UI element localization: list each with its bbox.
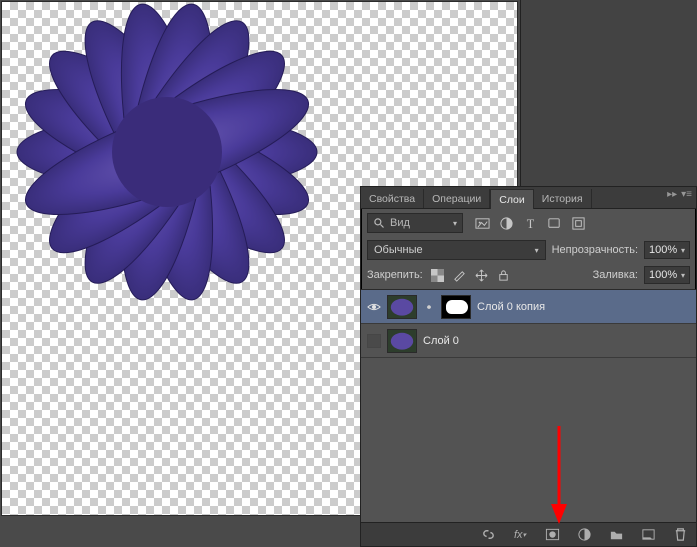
layer-row[interactable]: ⦁ Слой 0 копия — [361, 290, 696, 324]
tab-properties[interactable]: Свойства — [361, 189, 424, 208]
blend-mode-value: Обычные — [374, 244, 423, 256]
right-gutter — [520, 0, 697, 186]
tab-actions[interactable]: Операции — [424, 189, 490, 208]
search-icon — [373, 217, 385, 229]
fill-value: 100% — [649, 269, 677, 281]
layers-footer: fx▾ — [361, 522, 696, 546]
lock-label: Закрепить: — [367, 269, 423, 281]
visibility-eye-icon[interactable] — [367, 300, 381, 314]
filter-adjust-icon[interactable] — [498, 215, 514, 231]
filter-type-icon[interactable]: T — [522, 215, 538, 231]
fill-label: Заливка: — [593, 269, 638, 281]
lock-position-icon[interactable] — [475, 268, 489, 282]
lock-row: Закрепить: Заливка: 100% ▾ — [361, 263, 696, 289]
lock-transparency-icon[interactable] — [431, 268, 445, 282]
layer-name[interactable]: Слой 0 — [423, 335, 459, 347]
blend-opacity-row: Обычные ▾ Непрозрачность: 100% ▾ — [361, 237, 696, 263]
svg-text:T: T — [526, 217, 534, 231]
filter-pixel-icon[interactable] — [474, 215, 490, 231]
layers-panel: Свойства Операции Слои История ▸▸ ▾≡ Вид… — [360, 186, 697, 547]
panel-menu-icon[interactable]: ▾≡ — [681, 189, 692, 200]
new-group-icon[interactable] — [608, 527, 624, 543]
dropdown-arrow-icon: ▾ — [535, 246, 539, 255]
lock-all-icon[interactable] — [497, 268, 511, 282]
filter-smart-icon[interactable] — [570, 215, 586, 231]
layer-thumbnail[interactable] — [387, 329, 417, 353]
layer-name[interactable]: Слой 0 копия — [477, 301, 545, 313]
delete-layer-icon[interactable] — [672, 527, 688, 543]
stepper-arrow-icon: ▾ — [681, 246, 685, 255]
layers-list: ⦁ Слой 0 копия Слой 0 — [361, 289, 696, 522]
panel-collapse-icon[interactable]: ▸▸ — [667, 189, 677, 200]
lock-pixels-icon[interactable] — [453, 268, 467, 282]
new-layer-icon[interactable] — [640, 527, 656, 543]
new-adjustment-icon[interactable] — [576, 527, 592, 543]
panel-tabs: Свойства Операции Слои История ▸▸ ▾≡ — [361, 187, 696, 209]
tab-layers[interactable]: Слои — [490, 189, 534, 209]
fill-field[interactable]: 100% ▾ — [644, 266, 690, 284]
layer-fx-icon[interactable]: fx▾ — [512, 527, 528, 543]
opacity-label: Непрозрачность: — [552, 244, 638, 256]
add-mask-icon[interactable] — [544, 527, 560, 543]
tab-history[interactable]: История — [534, 189, 592, 208]
flower-image — [2, 2, 392, 332]
layer-filter-dropdown[interactable]: Вид ▾ — [367, 213, 463, 233]
stepper-arrow-icon: ▾ — [681, 271, 685, 280]
layer-filter-row: Вид ▾ T — [361, 209, 696, 237]
visibility-toggle-empty[interactable] — [367, 334, 381, 348]
layer-thumbnail[interactable] — [387, 295, 417, 319]
opacity-value: 100% — [649, 244, 677, 256]
blend-mode-dropdown[interactable]: Обычные ▾ — [367, 240, 546, 260]
layer-row[interactable]: Слой 0 — [361, 324, 696, 358]
opacity-field[interactable]: 100% ▾ — [644, 241, 690, 259]
dropdown-arrow-icon: ▾ — [453, 219, 457, 228]
link-layers-icon[interactable] — [480, 527, 496, 543]
filter-shape-icon[interactable] — [546, 215, 562, 231]
layer-mask-thumbnail[interactable] — [441, 295, 471, 319]
mask-link-icon[interactable]: ⦁ — [423, 301, 435, 312]
layer-filter-label: Вид — [390, 217, 410, 229]
